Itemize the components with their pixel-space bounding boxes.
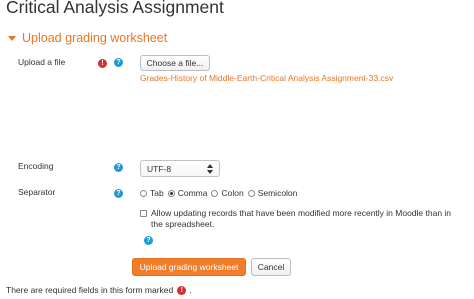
allow-updating-label: Allow updating records that have been mo… [151,208,452,229]
separator-option-comma[interactable]: Comma [167,188,208,198]
separator-radio-group: Tab Comma Colon Semicolon [140,188,301,198]
upload-file-label: Upload a file [18,57,66,67]
encoding-help-icon[interactable]: ? [114,163,123,172]
allow-updating-help-icon[interactable]: ? [144,236,153,245]
radio-tab[interactable] [140,189,147,197]
separator-option-semicolon[interactable]: Semicolon [247,188,298,198]
separator-option-colon[interactable]: Colon [211,188,244,198]
radio-colon-label: Colon [221,188,244,198]
separator-help-icon[interactable]: ? [114,189,123,198]
radio-semicolon-label: Semicolon [257,188,298,198]
section-title: Upload grading worksheet [22,31,168,45]
required-fields-text: There are required fields in this form m… [6,285,174,295]
radio-comma[interactable] [167,189,175,197]
upload-help-icon[interactable]: ? [114,58,123,67]
radio-tab-label: Tab [150,188,164,198]
cancel-button[interactable]: Cancel [251,258,291,276]
allow-updating-checkbox[interactable] [140,210,147,217]
select-arrows-icon [207,164,213,174]
required-icon: ! [98,59,107,68]
separator-option-tab[interactable]: Tab [140,188,164,198]
required-fields-note: There are required fields in this form m… [6,285,192,295]
encoding-label: Encoding [18,161,54,171]
allow-updating-row[interactable]: Allow updating records that have been mo… [140,208,465,230]
page-title: Critical Analysis Assignment [6,0,224,17]
choose-file-button[interactable]: Choose a file... [140,55,210,71]
section-toggle[interactable]: Upload grading worksheet [8,31,167,45]
required-icon-inline: ! [177,285,187,295]
separator-label: Separator [18,187,56,197]
required-note-period: . [189,285,192,295]
selected-file-link[interactable]: Grades-History of Middle-Earth-Critical … [140,73,393,83]
upload-grading-worksheet-button[interactable]: Upload grading worksheet [132,258,246,276]
encoding-select[interactable]: UTF-8 [140,160,220,177]
encoding-select-value: UTF-8 [147,163,172,174]
radio-comma-label: Comma [177,188,208,198]
radio-colon[interactable] [211,189,219,197]
chevron-down-icon [8,36,16,41]
radio-semicolon[interactable] [247,189,255,197]
